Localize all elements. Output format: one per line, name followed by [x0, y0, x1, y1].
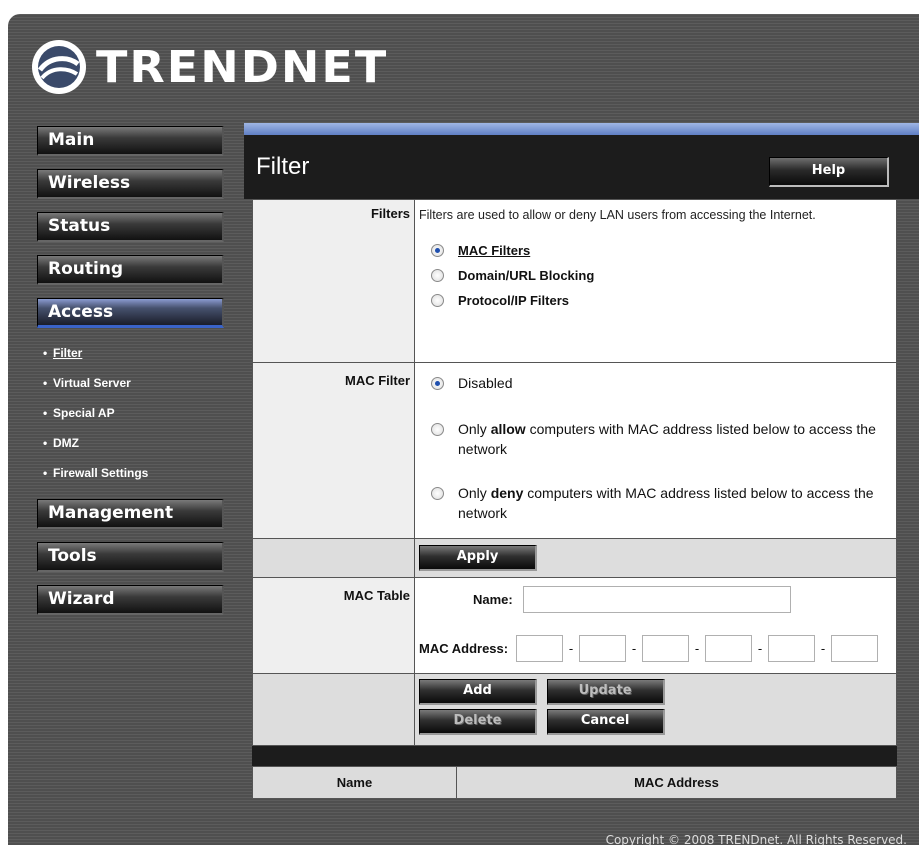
filters-description: Filters are used to allow or deny LAN us… — [419, 208, 816, 222]
filters-label: Filters — [252, 199, 415, 363]
radio-domain-url-blocking[interactable] — [431, 269, 444, 282]
mac-octet-6[interactable] — [831, 635, 879, 662]
filters-cell: Filters are used to allow or deny LAN us… — [414, 199, 897, 363]
mac-list-header: Name MAC Address — [252, 766, 897, 799]
mac-list-table: Name MAC Address — [252, 766, 897, 799]
subnav-item-firewall-settings[interactable]: • Firewall Settings — [37, 459, 224, 489]
name-input[interactable] — [522, 586, 791, 613]
filter-option-protocol[interactable]: Protocol/IP Filters — [431, 293, 896, 308]
mac-filter-option-deny[interactable]: Only deny computers with MAC address lis… — [431, 483, 896, 523]
filter-option-label: MAC Filters — [458, 243, 531, 258]
content-area: Filters Filters are used to allow or den… — [252, 199, 897, 799]
title-bar: Filter Help — [244, 135, 919, 199]
radio-mac-deny[interactable] — [431, 487, 444, 500]
radio-mac-filters[interactable] — [431, 244, 444, 257]
mac-filter-option-allow[interactable]: Only allow computers with MAC address li… — [431, 419, 896, 459]
main-top-accent — [244, 123, 919, 135]
apply-row: Apply — [252, 538, 897, 578]
mac-option-text: Only allow computers with MAC address li… — [458, 421, 876, 457]
mac-table-label: MAC Table — [252, 577, 415, 674]
mac-octet-3[interactable] — [642, 635, 690, 662]
column-mac-address: MAC Address — [456, 766, 897, 799]
sidebar-item-tools[interactable]: Tools — [37, 542, 224, 572]
sidebar-item-routing[interactable]: Routing — [37, 255, 224, 285]
mac-table-row: MAC Table Name: MAC Address: - - - - - — [252, 577, 897, 674]
sidebar-item-wizard[interactable]: Wizard — [37, 585, 224, 615]
filter-option-domain[interactable]: Domain/URL Blocking — [431, 268, 896, 283]
sidebar-item-access[interactable]: Access — [37, 298, 224, 328]
brand-name: TRENDNET — [96, 41, 389, 93]
mac-filter-row: MAC Filter Disabled Only allow computers… — [252, 362, 897, 539]
mac-octet-1[interactable] — [516, 635, 564, 662]
brand-logo: TRENDNET — [30, 38, 388, 96]
radio-protocol-ip-filters[interactable] — [431, 294, 444, 307]
access-subnav: • Filter • Virtual Server • Special AP • DMZ… — [37, 333, 224, 489]
mac-address-row: MAC Address: - - - - - — [419, 635, 896, 662]
filter-option-mac[interactable]: MAC Filters — [431, 243, 896, 258]
sidebar-item-management[interactable]: Management — [37, 499, 224, 529]
mac-octet-4[interactable] — [705, 635, 753, 662]
delete-button[interactable]: Delete — [419, 709, 537, 735]
sidebar-item-wireless[interactable]: Wireless — [37, 169, 224, 199]
page-title: Filter — [256, 153, 310, 180]
main-panel: Filter Help Filters Filters are used to … — [244, 123, 919, 845]
subnav-item-filter[interactable]: • Filter — [37, 339, 224, 369]
mac-table-cell: Name: MAC Address: - - - - - — [414, 577, 897, 674]
column-name: Name — [252, 766, 457, 799]
help-button[interactable]: Help — [769, 157, 889, 187]
mac-filter-cell: Disabled Only allow computers with MAC a… — [414, 362, 897, 539]
filter-option-label: Domain/URL Blocking — [458, 268, 595, 283]
actions-row: Add Update Delete Cancel — [252, 673, 897, 746]
name-field-row: Name: — [473, 586, 896, 613]
mac-filter-option-disabled[interactable]: Disabled — [431, 373, 896, 393]
filters-row: Filters Filters are used to allow or den… — [252, 199, 897, 363]
mac-octet-5[interactable] — [768, 635, 816, 662]
sidebar: Main Wireless Status Routing Access • Fil… — [37, 126, 224, 628]
subnav-item-special-ap[interactable]: • Special AP — [37, 399, 224, 429]
name-label: Name: — [473, 592, 513, 607]
apply-button[interactable]: Apply — [419, 545, 537, 571]
mac-option-text: Only deny computers with MAC address lis… — [458, 485, 874, 521]
mac-option-text: Disabled — [458, 375, 513, 391]
subnav-item-dmz[interactable]: • DMZ — [37, 429, 224, 459]
mac-address-label: MAC Address: — [419, 641, 509, 656]
mac-octet-2[interactable] — [579, 635, 627, 662]
filter-option-label: Protocol/IP Filters — [458, 293, 570, 308]
trendnet-swoosh-icon — [32, 40, 86, 94]
mac-filter-label: MAC Filter — [252, 362, 415, 539]
update-button[interactable]: Update — [546, 679, 665, 705]
subnav-item-virtual-server[interactable]: • Virtual Server — [37, 369, 224, 399]
add-button[interactable]: Add — [419, 679, 537, 705]
filter-form: Filters Filters are used to allow or den… — [252, 199, 897, 746]
copyright-text: Copyright © 2008 TRENDnet. All Rights Re… — [605, 833, 907, 845]
sidebar-item-status[interactable]: Status — [37, 212, 224, 242]
radio-mac-allow[interactable] — [431, 423, 444, 436]
cancel-button[interactable]: Cancel — [546, 709, 665, 735]
radio-mac-disabled[interactable] — [431, 377, 444, 390]
sidebar-item-main[interactable]: Main — [37, 126, 224, 156]
